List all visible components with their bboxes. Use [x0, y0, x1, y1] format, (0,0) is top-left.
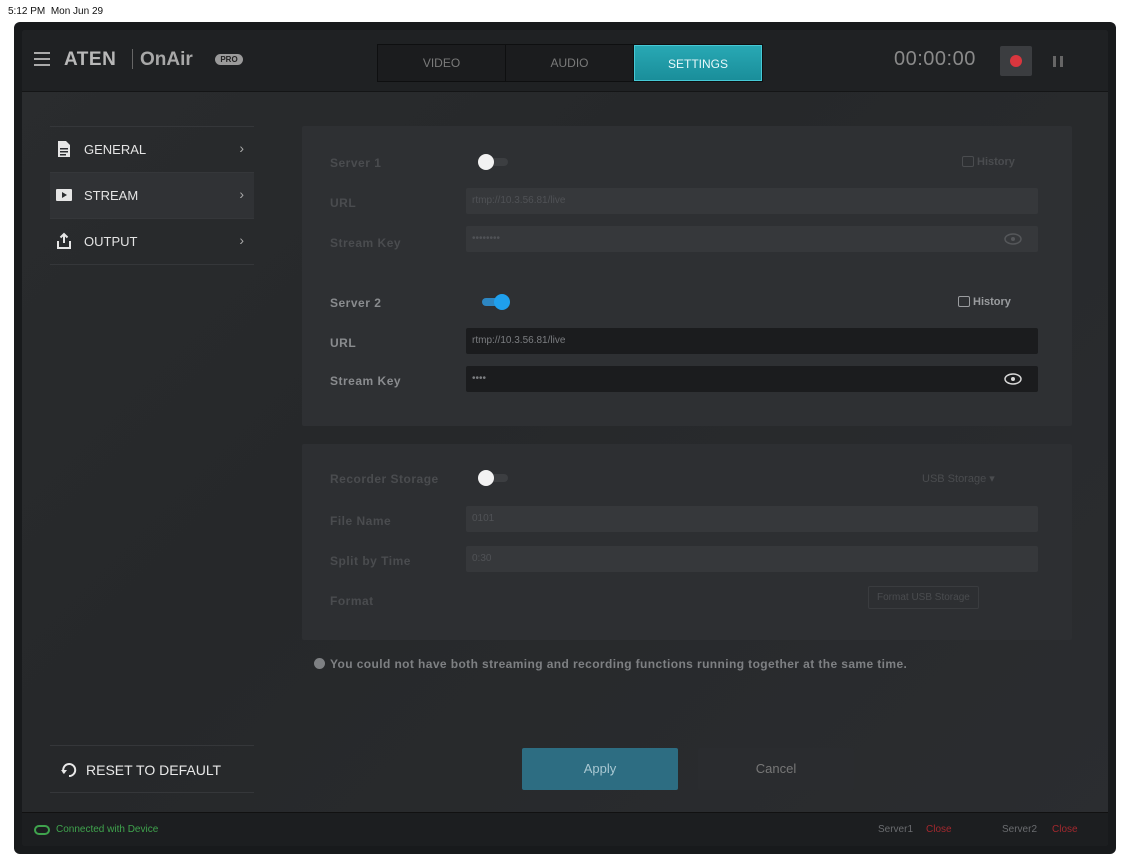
history-icon	[958, 296, 970, 307]
server2-label: Server 2	[330, 296, 382, 310]
apply-button[interactable]: Apply	[522, 748, 678, 790]
reset-label: RESET TO DEFAULT	[86, 762, 222, 778]
chevron-down-icon: ▾	[989, 473, 995, 485]
link-icon	[34, 825, 50, 835]
chevron-right-icon: ›	[239, 232, 244, 248]
sidebar-item-label: OUTPUT	[84, 234, 138, 249]
cancel-button[interactable]: Cancel	[698, 748, 854, 790]
format-usb-button[interactable]: Format USB Storage	[868, 586, 979, 609]
server2-status-label: Server2	[1002, 824, 1038, 835]
server-settings-panel: Server 1 History URL rtmp://10.3.56.81/l…	[302, 126, 1072, 426]
format-label: Format	[330, 594, 374, 608]
record-button[interactable]	[1000, 46, 1032, 76]
chevron-right-icon: ›	[239, 186, 244, 202]
server1-history-button[interactable]: History	[962, 156, 1015, 168]
show-key-eye-icon[interactable]	[1004, 373, 1022, 385]
split-time-label: Split by Time	[330, 554, 411, 568]
app-window: ATEN OnAir PRO VIDEO AUDIO SETTINGS 00:0…	[22, 30, 1108, 846]
server2-history-button[interactable]: History	[958, 296, 1011, 308]
recorder-toggle[interactable]	[478, 470, 510, 486]
file-name-field[interactable]: 0101	[466, 506, 1038, 532]
tab-audio[interactable]: AUDIO	[506, 45, 634, 81]
server2-stream-key-field[interactable]: ••••	[466, 366, 1038, 392]
server1-label: Server 1	[330, 156, 382, 170]
device-frame: ATEN OnAir PRO VIDEO AUDIO SETTINGS 00:0…	[14, 22, 1116, 854]
sidebar-item-label: STREAM	[84, 188, 139, 203]
history-icon	[962, 156, 974, 167]
notice-text: You could not have both streaming and re…	[330, 657, 908, 671]
status-date: Mon Jun 29	[50, 6, 104, 17]
status-time: 5:12 PM	[8, 6, 46, 17]
tab-video[interactable]: VIDEO	[378, 45, 506, 81]
mode-tabs: VIDEO AUDIO SETTINGS	[377, 44, 763, 82]
play-icon	[56, 189, 72, 201]
recorder-toggle-label: Recorder Storage	[330, 472, 439, 486]
logo-divider	[132, 49, 133, 69]
connection-status: Connected with Device	[56, 824, 159, 835]
storage-dropdown[interactable]: USB Storage ▾	[922, 472, 995, 485]
sidebar-item-general[interactable]: GENERAL ›	[50, 127, 254, 173]
server2-toggle[interactable]	[478, 294, 510, 310]
server2-stream-key-label: Stream Key	[330, 374, 402, 388]
brand-logo: ATEN	[64, 49, 117, 70]
sidebar-item-output[interactable]: OUTPUT ›	[50, 219, 254, 265]
server1-toggle[interactable]	[478, 154, 510, 170]
pause-button[interactable]	[1042, 46, 1074, 76]
record-icon	[1010, 55, 1022, 67]
history-label: History	[973, 296, 1011, 308]
sidebar-item-label: GENERAL	[84, 142, 147, 157]
record-timer: 00:00:00	[894, 48, 976, 70]
server1-stream-key-field[interactable]: ••••••••	[466, 226, 1038, 252]
reset-to-default-button[interactable]: RESET TO DEFAULT	[50, 745, 254, 793]
server2-status-value: Close	[1052, 824, 1078, 835]
pro-badge: PRO	[215, 54, 243, 65]
pause-icon	[1053, 56, 1056, 67]
storage-value: USB Storage	[922, 473, 987, 485]
chevron-right-icon: ›	[239, 140, 244, 156]
server1-url-field[interactable]: rtmp://10.3.56.81/live	[466, 188, 1038, 214]
streaming-recording-notice: You could not have both streaming and re…	[314, 654, 1054, 674]
server1-url-label: URL	[330, 196, 357, 210]
history-label: History	[977, 156, 1015, 168]
split-time-select[interactable]: 0:30	[466, 546, 1038, 572]
server2-url-field[interactable]: rtmp://10.3.56.81/live	[466, 328, 1038, 354]
show-key-eye-icon[interactable]	[1004, 233, 1022, 245]
server2-url-label: URL	[330, 336, 357, 350]
server1-stream-key-label: Stream Key	[330, 236, 402, 250]
product-name: OnAir	[140, 49, 193, 70]
hamburger-menu-icon[interactable]	[34, 52, 50, 66]
server1-status-label: Server1	[878, 824, 914, 835]
reset-icon	[61, 763, 77, 778]
sidebar-item-stream[interactable]: STREAM ›	[50, 173, 254, 219]
file-name-label: File Name	[330, 514, 392, 528]
ios-status-bar: 5:12 PM Mon Jun 29	[0, 0, 1134, 22]
status-footer: Connected with Device Server1 Close Serv…	[22, 812, 1108, 846]
server1-status-value: Close	[926, 824, 952, 835]
export-icon	[57, 232, 71, 249]
recording-settings-panel: Recorder Storage USB Storage ▾ File Name…	[302, 444, 1072, 640]
tab-settings[interactable]: SETTINGS	[634, 45, 762, 81]
app-header: ATEN OnAir PRO VIDEO AUDIO SETTINGS 00:0…	[22, 30, 1108, 92]
document-icon	[58, 141, 70, 157]
info-icon	[314, 658, 325, 669]
